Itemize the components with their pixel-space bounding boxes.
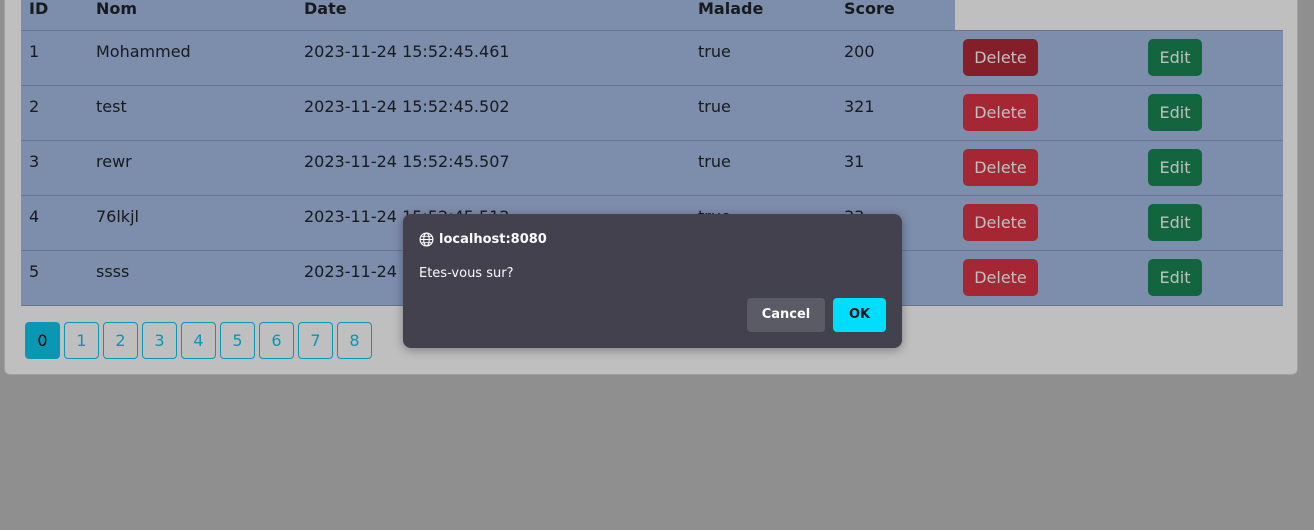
confirm-dialog: localhost:8080 Etes-vous sur? Cancel OK (403, 214, 902, 348)
dialog-origin: localhost:8080 (439, 231, 547, 247)
ok-button[interactable]: OK (833, 298, 886, 332)
dialog-message: Etes-vous sur? (419, 266, 514, 281)
dialog-title: localhost:8080 (419, 230, 547, 248)
cancel-button[interactable]: Cancel (747, 298, 825, 332)
globe-icon (419, 232, 434, 246)
